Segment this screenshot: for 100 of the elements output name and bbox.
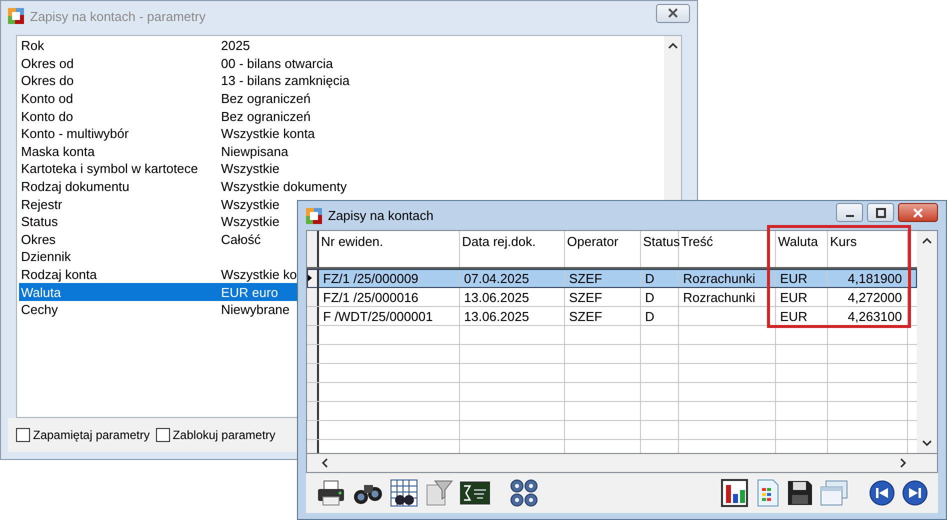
table-cell: SZEF	[569, 308, 602, 324]
parameter-value: Wszystkie ko	[221, 267, 297, 282]
table-cell: EUR	[780, 308, 808, 324]
app-icon	[306, 208, 322, 224]
bar-chart-icon[interactable]	[721, 479, 749, 507]
parameter-label: Rodzaj dokumentu	[20, 179, 130, 194]
parameter-row[interactable]: Konto - multiwybór Wszystkie konta	[19, 124, 662, 143]
windows-icon[interactable]	[820, 480, 848, 506]
table-cell: D	[645, 308, 654, 324]
row-header-cell[interactable]	[307, 421, 319, 439]
column-header[interactable]: Nr ewiden.	[319, 231, 460, 267]
save-icon[interactable]	[787, 480, 813, 506]
table-cell: Rozrachunki	[683, 270, 756, 286]
parameter-value: Wszystkie	[221, 161, 280, 176]
parameter-value: Wszystkie dokumenty	[221, 179, 347, 194]
parameter-row[interactable]: Konto od Bez ograniczeń	[19, 90, 662, 108]
checkbox[interactable]	[16, 428, 30, 442]
column-header[interactable]: Treść	[679, 231, 776, 267]
filter-icon[interactable]	[425, 479, 453, 507]
row-header-cell[interactable]	[307, 440, 319, 453]
row-header-cell[interactable]	[307, 288, 319, 306]
parameter-value: 2025	[221, 38, 250, 54]
parameter-row[interactable]: Okres do 13 - bilans zamknięcia	[19, 72, 662, 90]
table-cell: 4,263100	[848, 308, 902, 324]
parameter-row[interactable]: Okres od 00 - bilans otwarcia	[19, 54, 662, 72]
parameter-label: Status	[20, 214, 59, 230]
row-header-cell	[307, 231, 319, 267]
minimize-icon	[846, 214, 854, 216]
table-cell: SZEF	[569, 290, 602, 304]
parameter-row[interactable]: Konto do Bez ograniczeń	[19, 107, 662, 125]
parameter-label: Rejestr	[20, 196, 64, 212]
table-row[interactable]: FZ/1 /25/000009 07.04.2025 SZEF D Rozrachunki EUR 4,181900	[307, 269, 917, 288]
parameter-label: Konto - multiwybór	[20, 126, 130, 142]
table-search-icon[interactable]	[390, 479, 418, 507]
window-title: Zapisy na kontach - parametry	[30, 8, 207, 24]
row-header-cell[interactable]	[307, 345, 319, 363]
checkbox[interactable]	[156, 428, 170, 442]
formula-icon[interactable]	[460, 480, 490, 506]
column-header[interactable]: Status	[641, 231, 679, 267]
table-cell: 4,181900	[848, 270, 902, 286]
scroll-up-icon[interactable]	[922, 237, 932, 244]
close-icon	[912, 208, 924, 218]
parameter-row[interactable]: Kartoteka i symbol w kartotece Wszystkie	[19, 160, 662, 178]
close-icon	[667, 8, 679, 18]
column-header[interactable]: Data rej.dok.	[460, 231, 565, 267]
row-header-cell[interactable]	[307, 307, 319, 325]
parameter-label: Rodzaj konta	[20, 267, 98, 282]
table-cell: 13.06.2025	[464, 290, 530, 304]
table-cell: SZEF	[569, 270, 602, 286]
column-header[interactable]: Kurs	[828, 231, 908, 267]
scroll-right-icon[interactable]	[900, 458, 907, 468]
maximize-icon	[876, 208, 886, 218]
parameter-value: 13 - bilans zamknięcia	[221, 73, 350, 88]
maximize-button[interactable]	[867, 203, 894, 222]
row-header-cell[interactable]	[307, 326, 319, 344]
first-record-icon[interactable]	[869, 480, 895, 506]
scroll-left-icon[interactable]	[321, 458, 328, 468]
next-record-icon[interactable]	[902, 480, 928, 506]
scroll-down-icon[interactable]	[922, 440, 932, 447]
table-cell: EUR	[780, 290, 808, 304]
horizontal-scrollbar[interactable]	[306, 454, 938, 473]
parameter-label: Waluta	[20, 284, 62, 300]
parameter-value: Wszystkie konta	[221, 126, 315, 142]
column-header[interactable]: Waluta	[776, 231, 828, 267]
minimize-button[interactable]	[836, 203, 863, 222]
table-cell: 13.06.2025	[464, 308, 530, 324]
vertical-scrollbar[interactable]	[917, 231, 937, 453]
parameter-row[interactable]: Rodzaj dokumentu Wszystkie dokumenty	[19, 178, 662, 196]
gears-icon[interactable]	[509, 478, 539, 508]
table-cell: FZ/1 /25/000009	[323, 270, 418, 286]
parameter-label: Okres od	[20, 56, 75, 71]
parameter-label: Okres do	[20, 73, 75, 88]
parameter-label: Maska konta	[20, 144, 96, 159]
parameter-value: Wszystkie	[221, 196, 280, 212]
parameter-value: Niewpisana	[221, 144, 288, 159]
row-header-cell[interactable]	[307, 402, 319, 420]
spreadsheet-icon[interactable]	[756, 479, 780, 507]
parameter-value: EUR euro	[221, 284, 278, 300]
parameter-label: Okres	[20, 232, 57, 247]
table-row[interactable]: F /WDT/25/000001 13.06.2025 SZEF D EUR 4,263100	[307, 307, 917, 326]
close-button[interactable]	[656, 4, 690, 22]
parameter-row[interactable]: Maska konta Niewpisana	[19, 142, 662, 160]
row-pointer-icon	[307, 274, 312, 282]
column-header[interactable]: Operator	[565, 231, 641, 267]
scroll-up-icon[interactable]	[668, 42, 678, 49]
parameter-label: Cechy	[20, 302, 59, 318]
parameter-value: Bez ograniczeń	[221, 108, 311, 124]
checkbox-label: Zablokuj parametry	[172, 428, 276, 442]
row-header-cell[interactable]	[307, 364, 319, 382]
parameter-row[interactable]: Rok 2025	[19, 37, 662, 55]
table-row[interactable]: FZ/1 /25/000016 13.06.2025 SZEF D Rozrachunki EUR 4,272000	[307, 288, 917, 307]
table-cell: FZ/1 /25/000016	[323, 290, 418, 304]
close-button[interactable]	[898, 203, 938, 222]
row-header-cell[interactable]	[307, 269, 319, 287]
row-header-cell[interactable]	[307, 383, 319, 401]
table-cell: Rozrachunki	[683, 290, 756, 304]
printer-icon[interactable]	[316, 480, 346, 506]
parameter-label: Kartoteka i symbol w kartotece	[20, 161, 200, 176]
window-title: Zapisy na kontach	[328, 208, 435, 223]
parameter-value: 00 - bilans otwarcia	[221, 56, 333, 71]
